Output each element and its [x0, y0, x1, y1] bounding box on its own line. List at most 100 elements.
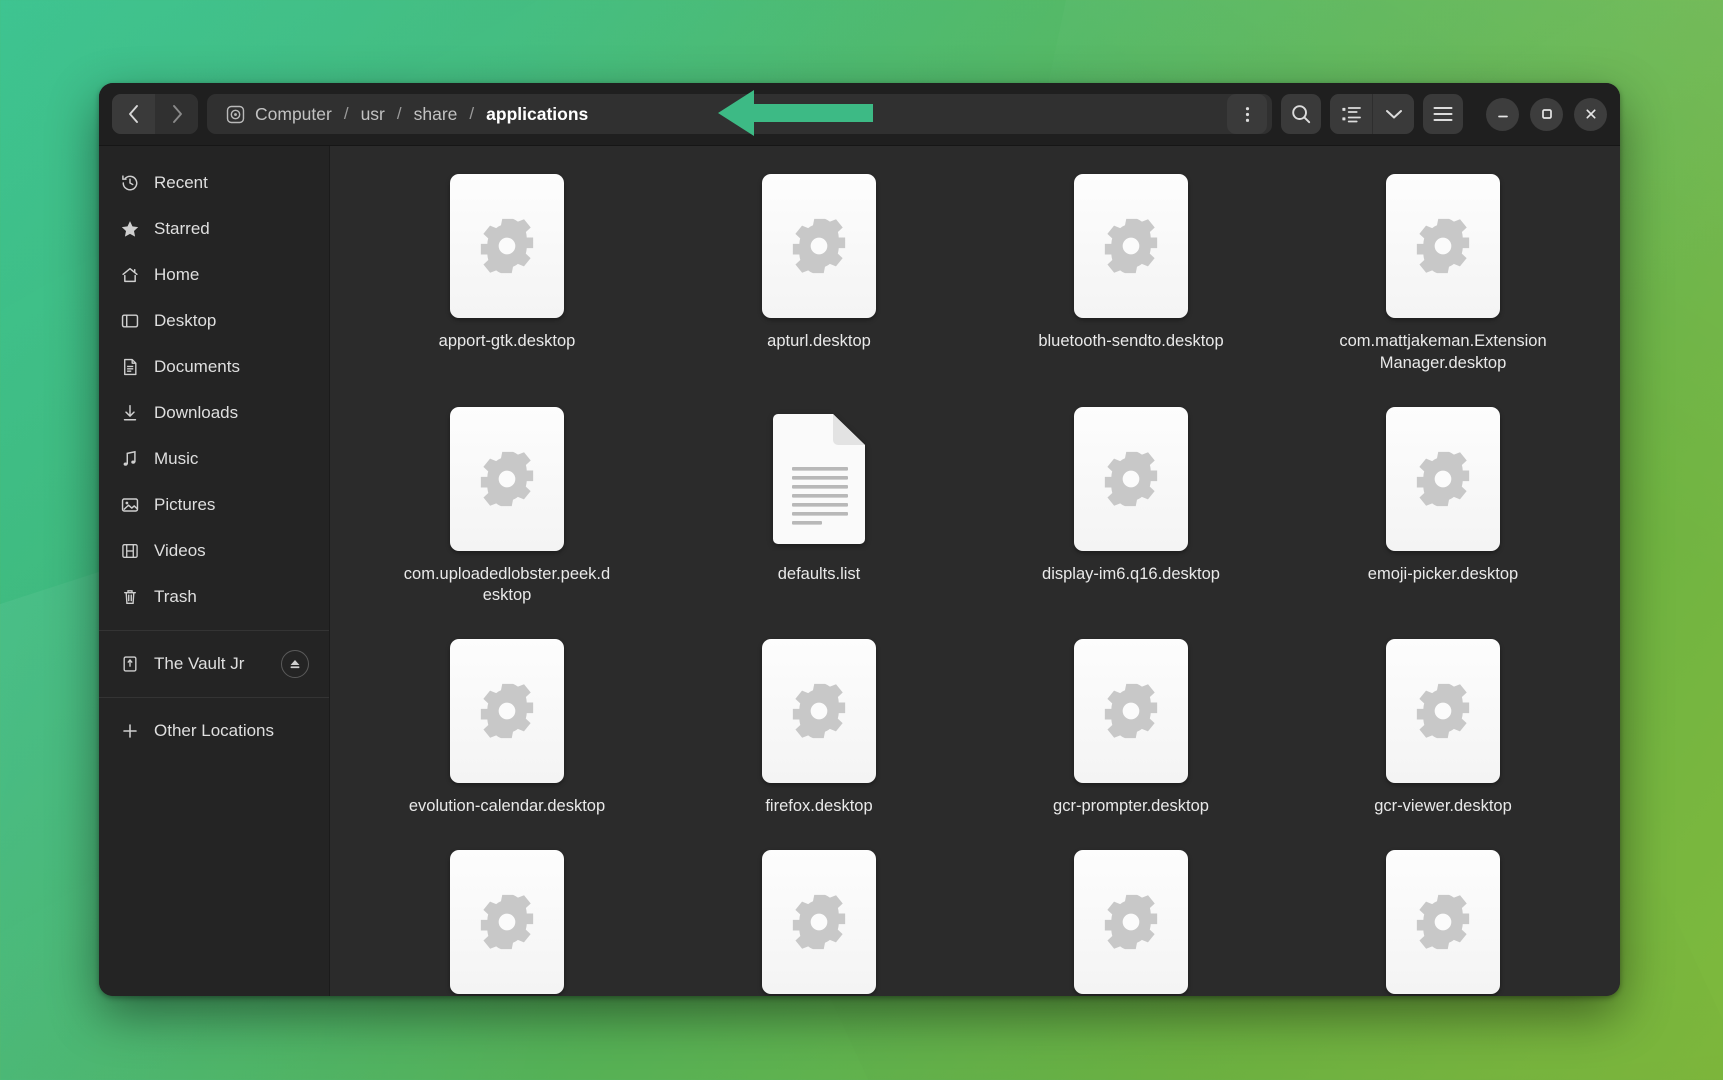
file-name-label: bluetooth-sendto.desktop [1038, 331, 1223, 353]
file-name-label: apturl.desktop [767, 331, 871, 353]
sidebar-item-label: Home [154, 265, 309, 285]
star-icon [119, 218, 141, 240]
sidebar-item-label: Music [154, 449, 309, 469]
file-item[interactable]: gnome-background-panel.desktop [1292, 844, 1594, 996]
sidebar-item-desktop[interactable]: Desktop [108, 298, 320, 344]
file-name-label: apport-gtk.desktop [439, 331, 576, 353]
file-item[interactable]: gkbd-keyboard-display.desktop [668, 844, 970, 996]
file-icon [1386, 174, 1500, 318]
file-item[interactable]: com.uploadedlobster.peek.desktop [356, 401, 658, 612]
view-mode-group [1330, 94, 1414, 134]
file-icon [450, 850, 564, 994]
file-icon [450, 639, 564, 783]
sidebar-item-pictures[interactable]: Pictures [108, 482, 320, 528]
path-menu-button[interactable] [1227, 94, 1267, 134]
gear-app-icon [476, 891, 538, 953]
breadcrumb-label: applications [486, 104, 588, 125]
breadcrumb-item-share[interactable]: share [408, 100, 464, 129]
plus-icon [119, 720, 141, 742]
clock-history-icon [119, 172, 141, 194]
view-options-button[interactable] [1372, 94, 1414, 134]
desktop-icon [119, 310, 141, 332]
sidebar-item-videos[interactable]: Videos [108, 528, 320, 574]
file-item[interactable]: gcr-viewer.desktop [1292, 633, 1594, 822]
gear-app-icon [1100, 891, 1162, 953]
gear-app-icon [1100, 215, 1162, 277]
gear-app-icon [1412, 215, 1474, 277]
sidebar-item-label: Documents [154, 357, 309, 377]
file-item[interactable]: geoclue-demo-agent.desktop [356, 844, 658, 996]
file-icon [762, 174, 876, 318]
sidebar-item-home[interactable]: Home [108, 252, 320, 298]
breadcrumb-item-usr[interactable]: usr [355, 100, 391, 129]
minimize-button[interactable] [1486, 98, 1519, 131]
breadcrumb-separator: / [391, 104, 408, 124]
file-name-label: display-im6.q16.desktop [1042, 564, 1220, 586]
sidebar-divider [99, 630, 329, 631]
file-item[interactable]: apturl.desktop [668, 168, 970, 379]
sidebar-item-starred[interactable]: Starred [108, 206, 320, 252]
sidebar-item-label: The Vault Jr [154, 654, 268, 674]
text-document-icon [769, 413, 869, 545]
file-icon [1074, 639, 1188, 783]
file-item[interactable]: apport-gtk.desktop [356, 168, 658, 379]
gear-app-icon [788, 215, 850, 277]
gear-app-icon [788, 680, 850, 742]
file-list-view[interactable]: apport-gtk.desktop apturl.desktop blueto… [330, 146, 1620, 996]
headerbar: Computer / usr / share / applications [99, 83, 1620, 146]
forward-button[interactable] [155, 94, 198, 134]
sidebar-item-trash[interactable]: Trash [108, 574, 320, 620]
close-button[interactable] [1574, 98, 1607, 131]
file-icon [1074, 174, 1188, 318]
sidebar-item-recent[interactable]: Recent [108, 160, 320, 206]
file-item[interactable]: gnome-applications-panel.desktop [980, 844, 1282, 996]
back-button[interactable] [112, 94, 155, 134]
breadcrumb-label: Computer [255, 104, 332, 125]
sidebar-item-label: Downloads [154, 403, 309, 423]
sidebar-item-label: Desktop [154, 311, 309, 331]
sidebar-item-label: Trash [154, 587, 309, 607]
file-item[interactable]: gcr-prompter.desktop [980, 633, 1282, 822]
breadcrumb-label: usr [361, 104, 385, 125]
eject-button[interactable] [281, 650, 309, 678]
breadcrumb-item-applications[interactable]: applications [480, 100, 594, 129]
file-item[interactable]: firefox.desktop [668, 633, 970, 822]
main-menu-button[interactable] [1423, 94, 1463, 134]
sidebar-item-documents[interactable]: Documents [108, 344, 320, 390]
file-name-label: com.uploadedlobster.peek.desktop [400, 564, 615, 608]
maximize-icon [1540, 107, 1554, 121]
gear-app-icon [476, 215, 538, 277]
file-manager-window: Computer / usr / share / applications [99, 83, 1620, 996]
sidebar-item-downloads[interactable]: Downloads [108, 390, 320, 436]
window-body: Recent Starred Home [99, 146, 1620, 996]
sidebar-item-other-locations[interactable]: Other Locations [108, 708, 320, 754]
file-item[interactable]: bluetooth-sendto.desktop [980, 168, 1282, 379]
file-item[interactable]: emoji-picker.desktop [1292, 401, 1594, 612]
sidebar-item-music[interactable]: Music [108, 436, 320, 482]
file-name-label: gcr-viewer.desktop [1374, 796, 1512, 818]
search-button[interactable] [1281, 94, 1321, 134]
kebab-menu-icon [1245, 104, 1250, 125]
sidebar-divider [99, 697, 329, 698]
sidebar-item-the-vault-jr[interactable]: The Vault Jr [108, 641, 320, 687]
file-item[interactable]: evolution-calendar.desktop [356, 633, 658, 822]
file-icon [1074, 407, 1188, 551]
gear-app-icon [1412, 448, 1474, 510]
list-view-button[interactable] [1330, 94, 1372, 134]
file-name-label: evolution-calendar.desktop [409, 796, 605, 818]
file-icon [762, 850, 876, 994]
document-icon [119, 356, 141, 378]
sidebar-item-label: Other Locations [154, 721, 309, 741]
maximize-button[interactable] [1530, 98, 1563, 131]
breadcrumb-item-computer[interactable]: Computer [219, 100, 338, 129]
file-item[interactable]: defaults.list [668, 401, 970, 612]
breadcrumb-path-bar[interactable]: Computer / usr / share / applications [207, 94, 1272, 134]
file-icon [762, 407, 876, 551]
file-item[interactable]: com.mattjakeman.ExtensionManager.desktop [1292, 168, 1594, 379]
eject-icon [288, 657, 302, 671]
close-icon [1584, 107, 1598, 121]
file-icon [1386, 850, 1500, 994]
file-name-label: firefox.desktop [765, 796, 872, 818]
file-item[interactable]: display-im6.q16.desktop [980, 401, 1282, 612]
path-bar-actions [1227, 94, 1270, 134]
